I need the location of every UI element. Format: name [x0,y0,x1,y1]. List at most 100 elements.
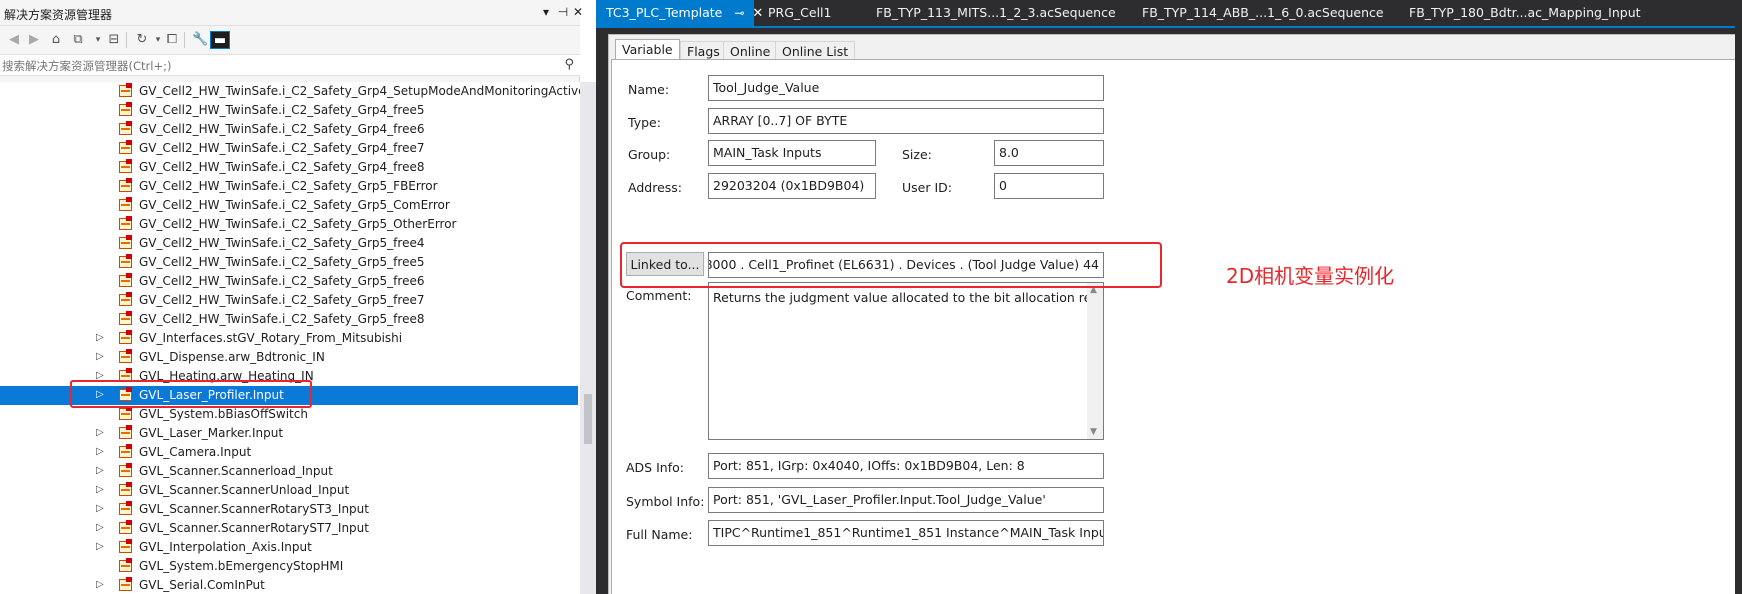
expand-arrow-icon[interactable]: ▷ [96,351,104,362]
io-variable-icon [119,178,132,192]
tree-item[interactable]: ▷ GV_Interfaces.stGV_Rotary_From_Mitsubis… [0,329,578,348]
tree-item[interactable]: ▷ GVL_Scanner.ScannerRotaryST3_Input [0,500,578,519]
explorer-title-bar: 解决方案资源管理器 ▾ ⊣ ✕ [0,0,583,26]
tree-item[interactable]: ▷ GVL_Interpolation_Axis.Input [0,538,578,557]
tree-item-label: GVL_System.bEmergencyStopHMI [139,559,344,573]
size-field[interactable]: 8.0 [994,140,1104,166]
io-variable-icon [119,558,132,572]
io-variable-icon [119,482,132,496]
expand-arrow-icon[interactable]: ▷ [96,332,104,343]
tree-item[interactable]: GV_Cell2_HW_TwinSafe.i_C2_Safety_Grp4_fr… [0,101,578,120]
home-icon[interactable]: ⌂ [48,31,64,49]
tree-item-label: GV_Cell2_HW_TwinSafe.i_C2_Safety_Grp5_Co… [139,198,450,212]
tab-fb-typ-180[interactable]: FB_TYP_180_Bdtr...ac_Mapping_Input [1399,0,1641,26]
scrollbar-thumb[interactable] [584,394,592,444]
userid-field[interactable]: 0 [994,173,1104,199]
tree-item[interactable]: GV_Cell2_HW_TwinSafe.i_C2_Safety_Grp4_fr… [0,120,578,139]
switch-views-dropdown-icon[interactable]: ▾ [90,31,106,49]
solution-tree: GV_Cell2_HW_TwinSafe.i_C2_Safety_Grp4_Se… [0,82,580,594]
tab-fb-typ-114[interactable]: FB_TYP_114_ABB_...1_6_0.acSequence [1132,0,1384,26]
tree-item-label: GVL_Laser_Marker.Input [139,426,284,440]
address-label: Address: [628,180,682,195]
comment-textarea[interactable]: Returns the judgment value allocated to … [708,282,1104,440]
search-input[interactable] [2,57,562,74]
tree-item-label: GVL_Scanner.ScannerUnload_Input [139,483,350,497]
window-position-dropdown-icon[interactable]: ▾ [538,4,554,20]
comment-label: Comment: [626,288,692,303]
tab-label: FB_TYP_180_Bdtr...ac_Mapping_Input [1409,5,1641,20]
expand-arrow-icon[interactable]: ▷ [96,503,104,514]
tree-item-label: GVL_Scanner.Scannerload_Input [139,464,333,478]
io-variable-icon [119,520,132,534]
document-area: TC3_PLC_Template ⊸ ✕ PRG_Cell1 FB_TYP_113_… [596,0,1742,594]
tree-item[interactable]: ▷ GVL_Camera.Input [0,443,578,462]
io-variable-icon [119,140,132,154]
tree-item[interactable]: GV_Cell2_HW_TwinSafe.i_C2_Safety_Grp5_fr… [0,234,578,253]
tab-label: TC3_PLC_Template [606,5,723,20]
tree-item[interactable]: ▷ GVL_Scanner.Scannerload_Input [0,462,578,481]
close-icon[interactable]: ✕ [570,4,586,20]
tree-item[interactable]: GV_Cell2_HW_TwinSafe.i_C2_Safety_Grp5_fr… [0,272,578,291]
tree-item-label: GV_Cell2_HW_TwinSafe.i_C2_Safety_Grp5_fr… [139,312,425,326]
tree-item[interactable]: ▷ GVL_Dispense.arw_Bdtronic_IN [0,348,578,367]
scroll-down-icon[interactable]: ▼ [1090,427,1097,437]
tree-item[interactable]: GV_Cell2_HW_TwinSafe.i_C2_Safety_Grp5_Co… [0,196,578,215]
expand-arrow-icon[interactable]: ▷ [96,427,104,438]
preview-selected-items-icon[interactable]: ▬ [210,31,230,49]
forward-icon[interactable]: ▶ [26,31,42,49]
show-all-files-icon[interactable]: ⧠ [164,31,180,49]
pin-icon[interactable]: ⊣ [555,4,571,20]
property-tabs: Variable Flags Online Online List [609,39,1742,63]
pending-changes-filter-icon[interactable]: ↻ [134,31,150,49]
symbol-info-label: Symbol Info: [626,494,705,509]
annotation-text: 2D相机变量实例化 [1226,264,1395,288]
tree-item-label: GV_Cell2_HW_TwinSafe.i_C2_Safety_Grp5_fr… [139,274,425,288]
expand-arrow-icon[interactable]: ▷ [96,579,104,590]
tab-prg-cell1[interactable]: PRG_Cell1 [758,0,831,26]
expand-arrow-icon[interactable]: ▷ [96,522,104,533]
tree-item-label: GV_Interfaces.stGV_Rotary_From_Mitsubish… [139,331,403,345]
comment-scrollbar[interactable]: ▲ ▼ [1087,283,1103,439]
tree-item[interactable]: GVL_System.bEmergencyStopHMI [0,557,578,576]
expand-arrow-icon[interactable]: ▷ [96,465,104,476]
full-name-field[interactable]: TIPC^Runtime1_851^Runtime1_851 Instance^… [708,520,1104,546]
expand-arrow-icon[interactable]: ▷ [96,484,104,495]
tree-item[interactable]: GV_Cell2_HW_TwinSafe.i_C2_Safety_Grp5_Ot… [0,215,578,234]
tree-item[interactable]: ▷ GVL_Serial.ComInPut [0,576,578,594]
group-field[interactable]: MAIN_Task Inputs [708,140,876,166]
tree-item[interactable]: GV_Cell2_HW_TwinSafe.i_C2_Safety_Grp4_fr… [0,158,578,177]
collapse-all-icon[interactable]: ⊟ [106,31,122,49]
ads-info-field[interactable]: Port: 851, IGrp: 0x4040, IOffs: 0x1BD9B0… [708,453,1104,479]
expand-arrow-icon[interactable]: ▷ [96,541,104,552]
tab-fb-typ-113[interactable]: FB_TYP_113_MITS...1_2_3.acSequence [866,0,1116,26]
type-label: Type: [628,115,661,130]
document-tab-strip: TC3_PLC_Template ⊸ ✕ PRG_Cell1 FB_TYP_113_… [596,0,1742,26]
tree-item[interactable]: ▷ GVL_Laser_Marker.Input [0,424,578,443]
tree-item[interactable]: GV_Cell2_HW_TwinSafe.i_C2_Safety_Grp4_fr… [0,139,578,158]
symbol-info-field[interactable]: Port: 851, 'GVL_Laser_Profiler.Input.Too… [708,487,1104,513]
toolbar-separator [184,32,185,48]
address-field[interactable]: 29203204 (0x1BD9B04) [708,173,876,199]
tree-item[interactable]: GV_Cell2_HW_TwinSafe.i_C2_Safety_Grp5_fr… [0,310,578,329]
back-icon[interactable]: ◀ [6,31,22,49]
switch-views-icon[interactable]: ⧉ [70,31,86,49]
io-variable-icon [119,330,132,344]
tab-label: PRG_Cell1 [768,5,832,20]
tree-item[interactable]: ▷ GVL_Scanner.ScannerRotaryST7_Input [0,519,578,538]
io-variable-icon [119,444,132,458]
search-icon[interactable]: ⚲ [564,57,574,72]
tree-item[interactable]: GV_Cell2_HW_TwinSafe.i_C2_Safety_Grp5_fr… [0,253,578,272]
tab-tc3-plc-template[interactable]: TC3_PLC_Template ⊸ ✕ [596,0,763,26]
tree-scrollbar[interactable] [580,82,596,594]
type-field[interactable]: ARRAY [0..7] OF BYTE [708,108,1104,134]
tree-item[interactable]: GV_Cell2_HW_TwinSafe.i_C2_Safety_Grp5_fr… [0,291,578,310]
tree-item[interactable]: GV_Cell2_HW_TwinSafe.i_C2_Safety_Grp4_Se… [0,82,580,101]
tree-item[interactable]: ▷ GVL_Scanner.ScannerUnload_Input [0,481,578,500]
expand-arrow-icon[interactable]: ▷ [96,446,104,457]
properties-wrench-icon[interactable]: 🔧 [192,31,208,49]
io-variable-icon [119,311,132,325]
tab-pin-icon[interactable]: ⊸ [734,6,744,20]
tree-item[interactable]: GV_Cell2_HW_TwinSafe.i_C2_Safety_Grp5_FB… [0,177,578,196]
name-field[interactable]: Tool_Judge_Value [708,75,1104,101]
io-variable-icon [119,83,132,97]
